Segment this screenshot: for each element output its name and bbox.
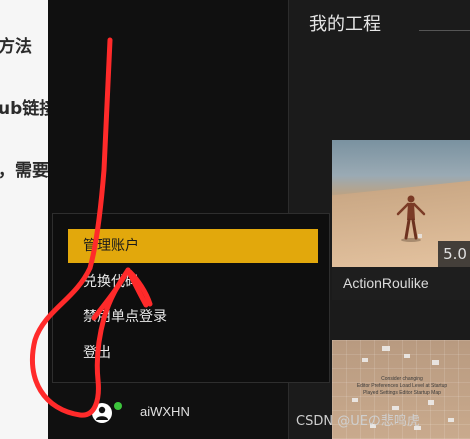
article-line: ，需要 — [0, 161, 48, 181]
article-snippet: 方法 ub链接 ，需要 — [0, 0, 48, 439]
online-status-indicator — [114, 402, 122, 410]
menu-item-manage-account[interactable]: 管理账户 — [68, 229, 318, 263]
project-card[interactable]: 5.0 ActionRoulike — [332, 140, 470, 300]
title-divider — [419, 30, 470, 31]
watermark: CSDN @UEの悲鸣虎 — [296, 414, 420, 429]
menu-item-disable-sso[interactable]: 禁用单点登录 — [68, 300, 318, 334]
user-avatar-icon[interactable] — [92, 403, 112, 423]
thumbnail-caption: Consider changing Editor Preferences Loa… — [356, 376, 448, 396]
menu-item-sign-out[interactable]: 登出 — [68, 336, 318, 370]
menu-item-redeem-code[interactable]: 兑换代码 — [68, 265, 318, 299]
person-icon — [96, 406, 108, 420]
project-name: ActionRoulike — [343, 275, 429, 291]
section-title: 我的工程 — [309, 14, 381, 35]
article-line: 方法 — [0, 37, 32, 57]
account-menu: 管理账户 兑换代码 禁用单点登录 登出 — [52, 213, 330, 383]
engine-version-badge: 5.0 — [438, 241, 470, 267]
username[interactable]: aiWXHN — [140, 404, 190, 419]
project-thumbnail: 5.0 — [332, 140, 470, 267]
article-line: ub链接 — [0, 99, 48, 119]
